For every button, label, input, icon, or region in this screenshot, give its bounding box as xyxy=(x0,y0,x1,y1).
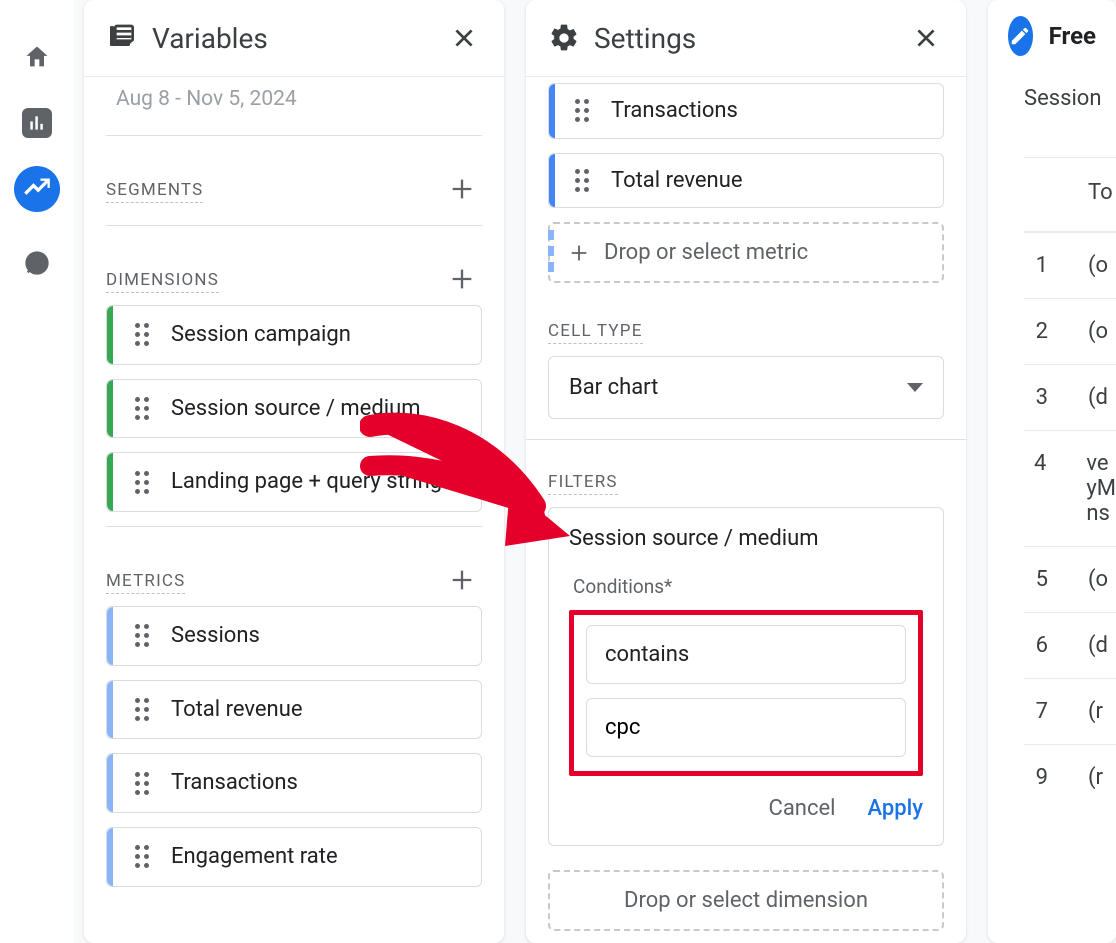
row-index: 4 xyxy=(1024,451,1046,526)
match-type-select[interactable]: contains xyxy=(586,625,906,684)
table-row[interactable]: 3 (d xyxy=(1024,364,1116,430)
row-index: 6 xyxy=(1024,633,1048,658)
report-preview-panel: Free Session To 1 (o 2 (o 3 (d 4 ve yM ns 5 (o 6 (d… xyxy=(988,0,1116,943)
row-value: (d xyxy=(1088,633,1108,658)
dimension-chip[interactable]: Session campaign xyxy=(106,305,482,365)
settings-panel: Settings Transactions Total revenue Drop… xyxy=(526,0,966,943)
row-index: 3 xyxy=(1024,385,1048,410)
drag-handle-icon[interactable] xyxy=(135,323,153,346)
filter-card: Session source / medium Conditions* cont… xyxy=(548,507,944,846)
nav-home[interactable] xyxy=(14,34,60,80)
row-value: (r xyxy=(1088,699,1103,724)
row-index: 9 xyxy=(1024,765,1048,790)
date-range[interactable]: Aug 8 - Nov 5, 2024 xyxy=(106,83,482,125)
row-value: (r xyxy=(1088,765,1103,790)
drag-handle-icon[interactable] xyxy=(135,698,153,721)
filters-label: FILTERS xyxy=(548,472,618,495)
drag-handle-icon[interactable] xyxy=(135,471,153,494)
table-row[interactable]: 4 ve yM ns xyxy=(1024,430,1116,546)
table-row[interactable]: 9 (r xyxy=(1024,744,1116,810)
table-row[interactable]: 6 (d xyxy=(1024,612,1116,678)
filter-value-input[interactable] xyxy=(586,698,906,757)
nav-reports[interactable] xyxy=(22,108,52,138)
filter-dimension[interactable]: Session source / medium xyxy=(569,526,923,551)
nav-advertising[interactable] xyxy=(14,240,60,286)
settings-metric-chip[interactable]: Total revenue xyxy=(548,153,944,209)
row-index: 1 xyxy=(1024,253,1048,278)
nav-explore[interactable] xyxy=(14,166,60,212)
drag-handle-icon[interactable] xyxy=(575,99,593,122)
tab-title[interactable]: Free xyxy=(1049,22,1096,50)
dimension-chip[interactable]: Landing page + query string xyxy=(106,452,482,512)
edit-tab-icon[interactable] xyxy=(1008,16,1033,56)
drag-handle-icon[interactable] xyxy=(135,624,153,647)
row-value: (o xyxy=(1088,319,1108,344)
add-dimension-button[interactable] xyxy=(442,259,482,299)
add-segment-button[interactable] xyxy=(442,169,482,209)
metrics-label: METRICS xyxy=(106,571,185,594)
highlighted-conditions: contains xyxy=(569,610,923,776)
plus-icon xyxy=(568,242,590,264)
add-metric-button[interactable] xyxy=(442,560,482,600)
column-header[interactable]: Session xyxy=(1024,86,1116,111)
row-value: (o xyxy=(1088,253,1108,278)
cell-type-select[interactable]: Bar chart xyxy=(548,356,944,419)
row-value: ve yM ns xyxy=(1086,451,1116,526)
metric-chip[interactable]: Total revenue xyxy=(106,680,482,740)
cell-type-label: CELL TYPE xyxy=(548,321,643,344)
row-value: (d xyxy=(1088,385,1108,410)
metric-chip[interactable]: Transactions xyxy=(106,753,482,813)
drag-handle-icon[interactable] xyxy=(135,772,153,795)
variables-panel: Variables Aug 8 - Nov 5, 2024 SEGMENTS D… xyxy=(84,0,504,943)
row-index: 7 xyxy=(1024,699,1048,724)
gear-icon xyxy=(548,22,580,54)
metric-chip[interactable]: Sessions xyxy=(106,606,482,666)
conditions-label: Conditions* xyxy=(573,575,923,598)
row-index: 5 xyxy=(1024,567,1048,592)
settings-close-button[interactable] xyxy=(908,20,944,56)
table-row[interactable]: 5 (o xyxy=(1024,546,1116,612)
settings-metric-chip[interactable]: Transactions xyxy=(548,83,944,139)
dimensions-label: DIMENSIONS xyxy=(106,270,219,293)
apply-button[interactable]: Apply xyxy=(867,796,923,821)
chevron-down-icon xyxy=(907,383,923,392)
table-row[interactable]: 1 (o xyxy=(1024,232,1116,298)
drag-handle-icon[interactable] xyxy=(575,169,593,192)
row-index: 2 xyxy=(1024,319,1048,344)
variables-icon xyxy=(106,22,138,54)
drop-dimension-zone[interactable]: Drop or select dimension xyxy=(548,870,944,931)
row-value: (o xyxy=(1088,567,1108,592)
drag-handle-icon[interactable] xyxy=(135,845,153,868)
metric-chip[interactable]: Engagement rate xyxy=(106,827,482,887)
table-row[interactable]: 7 (r xyxy=(1024,678,1116,744)
dimension-chip[interactable]: Session source / medium xyxy=(106,379,482,439)
variables-title: Variables xyxy=(152,22,432,55)
table-row[interactable]: 2 (o xyxy=(1024,298,1116,364)
drag-handle-icon[interactable] xyxy=(135,397,153,420)
nav-rail xyxy=(0,0,74,943)
segments-label: SEGMENTS xyxy=(106,180,203,203)
totals-row: To xyxy=(1024,157,1116,232)
drop-metric-zone[interactable]: Drop or select metric xyxy=(548,222,944,283)
variables-close-button[interactable] xyxy=(446,20,482,56)
settings-title: Settings xyxy=(594,22,894,55)
cancel-button[interactable]: Cancel xyxy=(769,796,836,821)
